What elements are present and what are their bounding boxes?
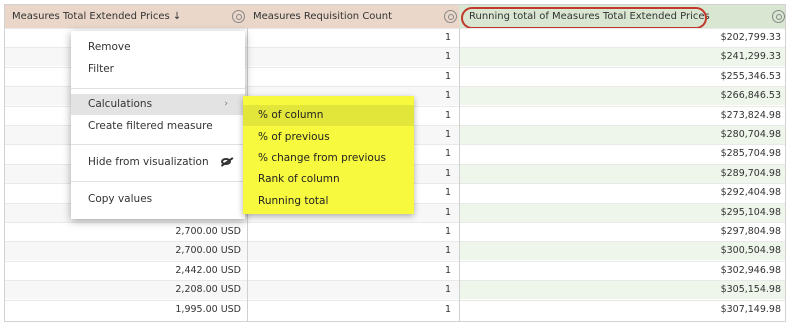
cell-running-total: $292,404.98	[720, 187, 781, 199]
menu-divider	[71, 88, 245, 89]
menu-item-create-filtered-measure[interactable]: Create filtered measure	[71, 116, 245, 137]
cell-running-total: $289,704.98	[459, 164, 785, 183]
cell-requisition-count: 1	[444, 32, 451, 43]
column-header-requisition-count[interactable]: Measures Requisition Count	[247, 5, 459, 28]
submenu-item-pct-change-from-previous[interactable]: % change from previous	[243, 148, 414, 169]
cell-running-total: $307,149.98	[720, 303, 781, 315]
column-divider	[459, 28, 460, 321]
cell-total-extended-price: 2,700.00 USD	[175, 226, 241, 237]
menu-item-label: Calculations	[88, 98, 153, 110]
cell-requisition-count: 1	[444, 226, 451, 237]
menu-divider	[71, 181, 245, 182]
calculations-submenu: % of column % of previous % change from …	[243, 96, 414, 214]
table-row: 2,442.00 USD 1 $302,946.98	[5, 260, 785, 280]
column-context-menu: Remove Filter Calculations › Create filt…	[71, 31, 245, 219]
cell-total-extended-price: 2,442.00 USD	[175, 264, 241, 276]
cell-requisition-count: 1	[444, 303, 451, 315]
cell-total-extended-price: 2,208.00 USD	[175, 284, 241, 296]
table-row: 2,700.00 USD 1 $300,504.98	[5, 241, 785, 261]
menu-item-remove[interactable]: Remove	[71, 37, 245, 58]
cell-running-total: $305,154.98	[459, 281, 785, 300]
cell-running-total: $285,704.98	[720, 148, 781, 160]
cell-total-extended-price: 2,700.00 USD	[175, 245, 241, 257]
menu-item-calculations[interactable]: Calculations ›	[71, 94, 245, 115]
submenu-item-running-total[interactable]: Running total	[243, 191, 414, 212]
menu-item-filter[interactable]: Filter	[71, 59, 245, 80]
gear-icon[interactable]	[772, 10, 785, 23]
menu-item-copy-values[interactable]: Copy values	[71, 189, 245, 210]
eye-slash-icon	[221, 158, 231, 165]
gear-icon[interactable]	[232, 10, 245, 23]
menu-item-hide-from-visualization[interactable]: Hide from visualization	[71, 152, 245, 173]
cell-running-total: $255,346.53	[720, 70, 781, 82]
gear-icon[interactable]	[444, 10, 457, 23]
table-row: 1,995.00 USD 1 $307,149.98	[5, 299, 785, 319]
cell-running-total: $241,299.33	[459, 48, 785, 67]
cell-running-total: $295,104.98	[459, 203, 785, 222]
cell-running-total: $280,704.98	[459, 126, 785, 144]
cell-running-total: $273,824.98	[720, 109, 781, 121]
cell-requisition-count: 1	[444, 245, 451, 257]
cell-running-total: $297,804.98	[720, 226, 781, 237]
table-row: 2,208.00 USD 1 $305,154.98	[5, 280, 785, 300]
cell-requisition-count: 1	[444, 70, 451, 82]
cell-running-total: $302,946.98	[720, 264, 781, 276]
column-header-label: Measures Requisition Count	[253, 11, 393, 22]
highlight-oval	[461, 7, 707, 29]
table-row: 2,700.00 USD 1 $297,804.98	[5, 222, 785, 241]
menu-item-label: Hide from visualization	[88, 156, 209, 168]
cell-total-extended-price: 1,995.00 USD	[175, 303, 241, 315]
cell-requisition-count: 1	[444, 284, 451, 296]
column-header-label: Measures Total Extended Prices ↓	[12, 11, 182, 22]
cell-requisition-count: 1	[444, 264, 451, 276]
column-header-total-extended-prices[interactable]: Measures Total Extended Prices ↓	[5, 5, 247, 28]
submenu-item-pct-of-previous[interactable]: % of previous	[243, 127, 414, 148]
cell-running-total: $300,504.98	[459, 242, 785, 261]
submenu-item-rank-of-column[interactable]: Rank of column	[243, 169, 414, 190]
cell-requisition-count: 1	[444, 51, 451, 63]
submenu-item-pct-of-column[interactable]: % of column	[243, 105, 414, 126]
cell-running-total: $266,846.53	[459, 87, 785, 106]
cell-running-total: $202,799.33	[720, 32, 781, 43]
chevron-right-icon: ›	[224, 99, 228, 109]
menu-divider	[71, 144, 245, 145]
